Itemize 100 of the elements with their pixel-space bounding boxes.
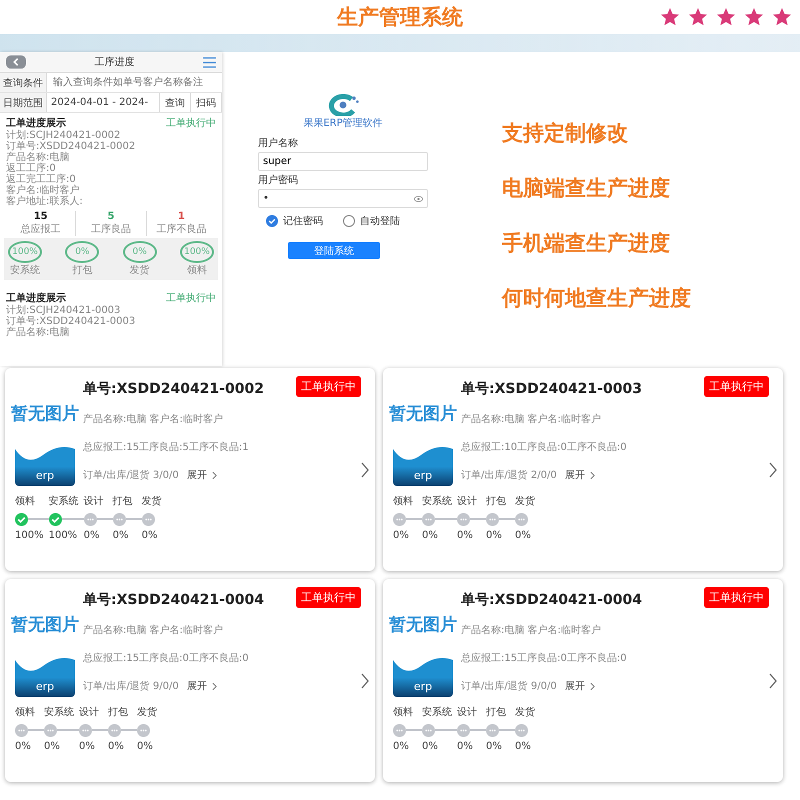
step-percent: 0% [112, 530, 128, 541]
login-button[interactable]: 登陆系统 [288, 242, 380, 259]
field-label: 用户名称 [258, 136, 299, 150]
order-number: 单号:XSDD240421-0004 [461, 591, 642, 609]
step-label: 领料 [393, 494, 413, 508]
step-percent: 0% [15, 741, 31, 752]
status-badge: 工单执行中 [704, 587, 769, 608]
star-icon [772, 7, 792, 27]
chevron-right-icon [590, 682, 595, 690]
order-number: 单号:XSDD240421-0004 [83, 591, 264, 609]
step-percent: 0% [108, 741, 124, 752]
no-image-text: 暂无图片 [11, 614, 79, 636]
chevron-right-icon[interactable] [361, 673, 369, 689]
feature-text: 手机端查生产进度 [502, 230, 671, 256]
info-line: 计划:SCJH240421-0002 [6, 130, 122, 141]
step-label: 安系统 [44, 706, 74, 719]
step-percent: 100% [15, 530, 44, 541]
no-image-text: 暂无图片 [389, 614, 457, 636]
chevron-right-icon[interactable] [361, 462, 369, 478]
order-card[interactable]: 暂无图片 erp 单号:XSDD240421-0003 产品名称:电脑 客户名:临时客户 总应报工:10工序良品:0工序不良品:0 订单/出库/退货 2/0/0 展开 工单执行中 领料 0% 安系统 0% 设计 0% 打包 0% 发货 0% [383, 368, 783, 571]
stat-label: 工序不良品 [156, 222, 206, 236]
info-line: 订单号:XSDD240421-0003 [6, 316, 136, 327]
step-label: 设计 [457, 494, 477, 508]
step-percent: 0% [486, 741, 502, 752]
chevron-right-icon[interactable] [769, 462, 777, 478]
status-label: 工单执行中 [166, 116, 216, 130]
info-line: 订单号:XSDD240421-0002 [6, 141, 136, 152]
menu-icon[interactable] [203, 56, 216, 68]
status-badge: 工单执行中 [296, 376, 361, 397]
step-label: 打包 [112, 494, 133, 508]
stat-label: 工序良品 [90, 222, 131, 236]
step-percent: 0% [84, 530, 100, 541]
progress-ring: 100% [8, 241, 42, 263]
info-line: 产品名称:电脑 [6, 152, 70, 163]
feature-text: 电脑端查生产进度 [502, 175, 671, 201]
expand-button[interactable]: 展开 [186, 679, 217, 693]
step-percent: 0% [422, 741, 438, 752]
status-badge: 工单执行中 [296, 587, 361, 608]
star-icon [744, 7, 764, 27]
step-percent: 0% [457, 530, 473, 541]
stat-value: 5 [108, 211, 114, 222]
checkbox-label[interactable]: 记住密码 [283, 214, 323, 228]
order-card[interactable]: 暂无图片 erp 单号:XSDD240421-0004 产品名称:电脑 客户名:临时客户 总应报工:15工序良品:0工序不良品:0 订单/出库/退货 9/0/0 展开 工单执行中 领料 0% 安系统 0% 设计 0% 打包 0% 发货 0% [383, 579, 783, 782]
step-percent: 0% [393, 741, 409, 752]
step-label: 发货 [142, 495, 162, 508]
step-percent: 100% [48, 530, 78, 541]
chevron-right-icon [590, 470, 595, 480]
section-title: 工单进度展示 [6, 116, 66, 130]
app-name: 果果ERP管理软件 [303, 117, 383, 130]
checkbox[interactable] [266, 215, 278, 227]
chevron-right-icon[interactable] [769, 673, 777, 689]
expand-button[interactable]: 展开 [186, 468, 217, 482]
password-field[interactable]: • [258, 189, 428, 208]
order-counts: 订单/出库/退货 9/0/0 [461, 680, 557, 693]
back-icon[interactable] [6, 55, 26, 69]
report-info: 总应报工:10工序良品:0工序不良品:0 [461, 440, 628, 454]
order-counts: 订单/出库/退货 2/0/0 [461, 468, 557, 482]
star-icon [660, 7, 680, 27]
order-card[interactable]: 暂无图片 erp 单号:XSDD240421-0004 产品名称:电脑 客户名:临时客户 总应报工:15工序良品:0工序不良品:0 订单/出库/退货 9/0/0 展开 工单执行中 领料 0% 安系统 0% 设计 0% 打包 0% 发货 0% [5, 579, 375, 782]
info-line: 计划:SCJH240421-0003 [6, 305, 122, 316]
order-counts: 订单/出库/退货 3/0/0 [83, 468, 179, 482]
product-info: 产品名称:电脑 客户名:临时客户 [83, 624, 224, 637]
expand-button[interactable]: 展开 [564, 468, 595, 482]
eye-icon[interactable] [414, 196, 423, 202]
stat-label: 总应报工 [20, 222, 61, 236]
step-label: 发货 [515, 706, 535, 719]
step-label: 发货 [130, 264, 150, 277]
username-field[interactable]: super [258, 152, 428, 171]
product-info: 产品名称:电脑 客户名:临时客户 [461, 624, 602, 637]
report-info: 总应报工:15工序良品:5工序不良品:1 [83, 440, 250, 454]
status-label: 工单执行中 [166, 292, 216, 305]
chevron-right-icon [212, 682, 217, 690]
info-line: 客户地址:联系人: [6, 196, 84, 207]
checkbox[interactable] [343, 215, 355, 227]
step-label: 设计 [457, 706, 477, 719]
step-percent: 0% [486, 530, 502, 541]
expand-button[interactable]: 展开 [564, 679, 595, 693]
step-label: 打包 [486, 706, 506, 719]
step-label: 打包 [108, 706, 128, 719]
feature-text: 何时何地查生产进度 [502, 285, 691, 311]
order-number: 单号:XSDD240421-0002 [83, 380, 264, 398]
step-label: 设计 [79, 706, 99, 719]
step-label: 安系统 [422, 706, 452, 719]
step-percent: 0% [422, 530, 438, 541]
logo-icon [326, 94, 360, 116]
stat-value: 15 [34, 211, 48, 222]
order-card[interactable]: 暂无图片 erp 单号:XSDD240421-0002 产品名称:电脑 客户名:临时客户 总应报工:15工序良品:5工序不良品:1 订单/出库/退货 3/0/0 展开 工单执行中 领料 100% 安系统 100% 设计 0% 打包 0% 发货 0% [5, 368, 375, 571]
chevron-right-icon [212, 470, 217, 480]
info-line: 客户名:临时客户 [6, 185, 80, 196]
step-label: 设计 [84, 494, 104, 508]
step-percent: 0% [515, 741, 531, 752]
info-line: 返工完工工序:0 [6, 174, 76, 185]
product-info: 产品名称:电脑 客户名:临时客户 [83, 412, 224, 426]
step-label: 领料 [15, 494, 35, 508]
star-icon [716, 7, 736, 27]
step-percent: 0% [515, 530, 531, 541]
step-label: 安系统 [422, 494, 452, 508]
info-line: 产品名称:电脑 [6, 327, 70, 338]
step-label: 领料 [393, 706, 413, 719]
checkbox-label[interactable]: 自动登陆 [360, 214, 400, 228]
